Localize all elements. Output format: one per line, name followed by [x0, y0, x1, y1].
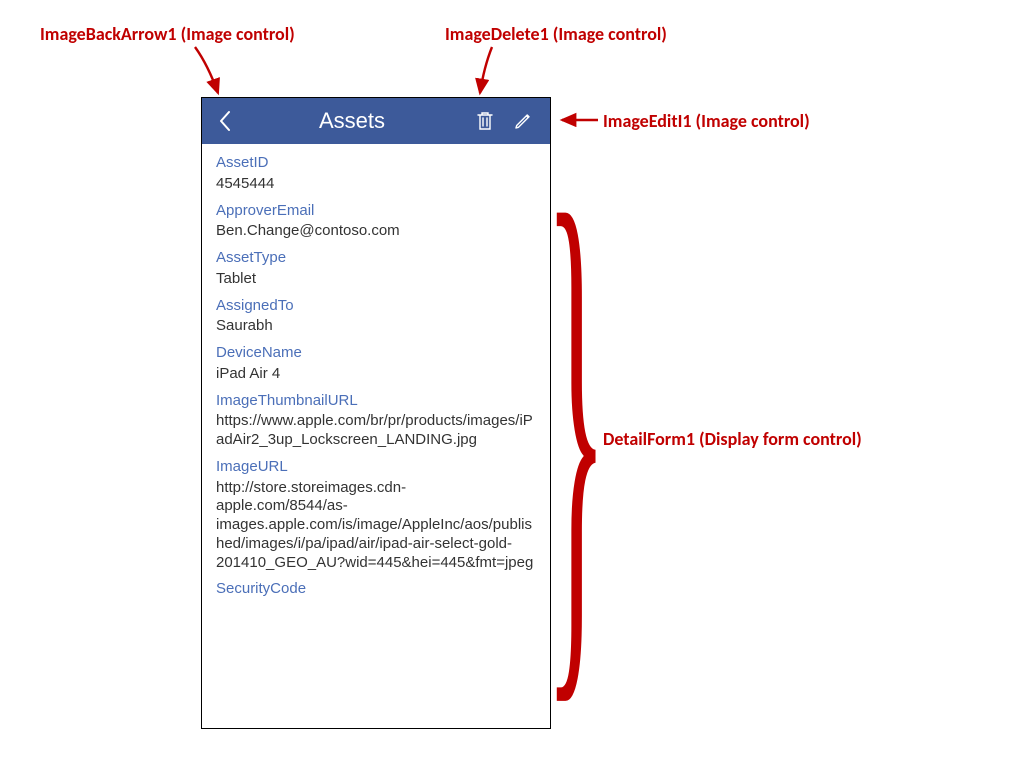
detail-form: AssetID 4545444 ApproverEmail Ben.Change…	[202, 144, 550, 728]
pencil-icon	[513, 111, 533, 131]
field-label: AssetType	[216, 249, 536, 268]
callout-edit: ImageEditI1 (Image control)	[603, 110, 810, 132]
brace-detail-form: }	[545, 128, 607, 718]
field-value: Ben.Change@contoso.com	[216, 222, 536, 241]
field-value: http://store.storeimages.cdn-apple.com/8…	[216, 479, 536, 573]
field-label: ImageThumbnailURL	[216, 392, 536, 411]
chevron-left-icon	[218, 110, 232, 132]
field-imagethumbnailurl: ImageThumbnailURL https://www.apple.com/…	[216, 392, 536, 450]
callout-delete: ImageDelete1 (Image control)	[445, 23, 667, 45]
trash-icon	[476, 111, 494, 131]
app-header: Assets	[202, 98, 550, 144]
field-imageurl: ImageURL http://store.storeimages.cdn-ap…	[216, 458, 536, 573]
field-label: SecurityCode	[216, 580, 536, 599]
callout-detail-form: DetailForm1 (Display form control)	[603, 428, 862, 450]
field-value: https://www.apple.com/br/pr/products/ima…	[216, 412, 536, 450]
field-assetid: AssetID 4545444	[216, 154, 536, 194]
field-label: DeviceName	[216, 344, 536, 363]
field-securitycode: SecurityCode	[216, 580, 536, 599]
field-label: AssignedTo	[216, 297, 536, 316]
app-frame: Assets AssetID 4545444 ApproverEmail Ben…	[201, 97, 551, 729]
field-assettype: AssetType Tablet	[216, 249, 536, 289]
field-assignedto: AssignedTo Saurabh	[216, 297, 536, 337]
field-label: ApproverEmail	[216, 202, 536, 221]
arrow-to-delete	[462, 45, 502, 100]
field-approveremail: ApproverEmail Ben.Change@contoso.com	[216, 202, 536, 242]
field-label: AssetID	[216, 154, 536, 173]
edit-button[interactable]	[504, 98, 542, 144]
field-value: Tablet	[216, 270, 536, 289]
header-title: Assets	[238, 108, 466, 134]
field-value: Saurabh	[216, 317, 536, 336]
header-actions	[466, 98, 550, 144]
field-value: 4545444	[216, 175, 536, 194]
field-label: ImageURL	[216, 458, 536, 477]
delete-button[interactable]	[466, 98, 504, 144]
field-devicename: DeviceName iPad Air 4	[216, 344, 536, 384]
arrow-to-back	[190, 45, 230, 100]
callout-back-arrow: ImageBackArrow1 (Image control)	[40, 23, 295, 45]
field-value: iPad Air 4	[216, 365, 536, 384]
